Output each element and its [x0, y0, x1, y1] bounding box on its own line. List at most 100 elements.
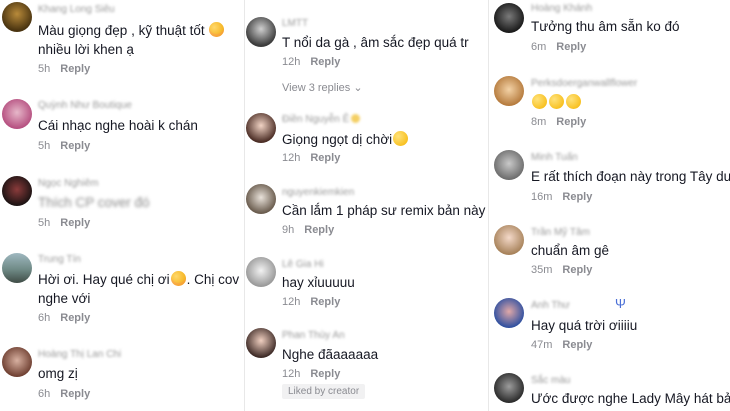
view-replies-label: View 3 replies [282, 82, 351, 94]
comment-meta: 16m Reply [531, 191, 592, 203]
comment-column-3: Hoàng Khánh Tưởng thu âm sẵn ko đó 6m Rep… [488, 0, 730, 411]
comment-time: 16m [531, 191, 553, 203]
reply-button[interactable]: Reply [562, 191, 592, 203]
laughing-face-icon [566, 94, 581, 109]
comment-username[interactable]: Phan Thùy An [282, 330, 345, 341]
comment-meta: 9h Reply [282, 224, 334, 236]
reply-button[interactable]: Reply [310, 296, 340, 308]
reply-button[interactable]: Reply [60, 217, 90, 229]
comment-meta: 12h Reply [282, 296, 340, 308]
comment-time: 35m [531, 264, 553, 276]
reply-button[interactable]: Reply [60, 140, 90, 152]
reply-button[interactable]: Reply [60, 63, 90, 75]
reply-button[interactable]: Reply [310, 368, 340, 380]
comment-text: Ước được nghe Lady Mây hát bả [531, 391, 730, 406]
comment-text-line-2: nghe với [38, 291, 91, 306]
avatar[interactable] [494, 150, 524, 180]
comment-meta: 5h Reply [38, 63, 90, 75]
reply-button[interactable]: Reply [562, 339, 592, 351]
avatar[interactable] [494, 76, 524, 106]
comment-meta: 12h Reply [282, 56, 340, 68]
smiling-face-with-hearts-icon [209, 22, 225, 37]
avatar[interactable] [2, 253, 32, 283]
comment-username[interactable]: Hoàng Thị Lan Chi [38, 349, 121, 360]
avatar[interactable] [246, 113, 276, 143]
comment-time: 12h [282, 152, 301, 164]
comment-username[interactable]: Khang Long Siêu [38, 4, 115, 15]
comment-username[interactable]: nguyenkiemkien [282, 187, 354, 198]
comment-text: Cái nhạc nghe hoài k chán [38, 118, 198, 133]
comment-meta: 6h Reply [38, 312, 90, 324]
view-replies-link[interactable]: View 3 replies ⌄ [282, 81, 363, 94]
comment-username-text: Điền Nguyễn Ê [282, 114, 350, 125]
avatar[interactable] [246, 328, 276, 358]
comment-username[interactable]: Ngọc Nghiêm [38, 178, 99, 189]
comment-username[interactable]: Hoàng Khánh [531, 3, 592, 14]
comment-meta: 47m Reply [531, 339, 592, 351]
reply-button[interactable]: Reply [556, 41, 586, 53]
comment-text-line: Hời ơi. Hay qué chị ơi [38, 272, 170, 287]
avatar[interactable] [246, 184, 276, 214]
laughing-face-icon [549, 94, 564, 109]
comment-time: 12h [282, 368, 301, 380]
comment-meta: 5h Reply [38, 140, 90, 152]
comment-time: 47m [531, 339, 553, 351]
comment-username[interactable]: Lê Gia Hi [282, 259, 324, 270]
comment-meta: 6h Reply [38, 388, 90, 400]
liked-by-creator-badge: Liked by creator [282, 384, 366, 399]
comment-time: 8m [531, 116, 547, 128]
comment-text: Màu giọng đẹp , kỹ thuật tốt [38, 21, 225, 40]
reply-button[interactable]: Reply [60, 312, 90, 324]
comment-username[interactable]: Trần Mỹ Tâm [531, 227, 590, 238]
avatar[interactable] [494, 298, 524, 328]
comment-username[interactable]: Sắc màu [531, 375, 570, 386]
reply-button[interactable]: Reply [304, 224, 334, 236]
reply-button[interactable]: Reply [60, 388, 90, 400]
comment-column-2: LMTT T nổi da gà , âm sắc đẹp quá tr 12h… [244, 0, 489, 411]
comment-username[interactable]: LMTT [282, 18, 308, 29]
comment-time: 9h [282, 224, 295, 236]
comment-text: E rất thích đoạn này trong Tây du [531, 169, 730, 184]
comment-username[interactable]: Perksdoerganwallflower [531, 78, 637, 89]
comment-text: Tưởng thu âm sẵn ko đó [531, 19, 680, 34]
comment-time: 5h [38, 217, 51, 229]
comment-meta: 12h Reply [282, 152, 340, 164]
avatar[interactable] [494, 373, 524, 403]
comment-text-line-cont: . Chị cov [186, 272, 240, 287]
reply-button[interactable]: Reply [562, 264, 592, 276]
chevron-down-icon: ⌄ [353, 82, 363, 94]
avatar[interactable] [246, 17, 276, 47]
comment-text: Giọng ngọt dị chời [282, 130, 409, 149]
comment-text: chuẩn âm gê [531, 243, 610, 258]
comment-text-line-2: nhiều lời khen ạ [38, 42, 134, 57]
comment-text: Cần lắm 1 pháp sư remix bản này = [282, 203, 489, 218]
comment-username[interactable]: Anh Thư [531, 300, 570, 311]
comment-meta: 12h Reply [282, 368, 340, 380]
avatar[interactable] [494, 225, 524, 255]
smiling-face-with-hearts-icon [170, 271, 186, 286]
comment-meta: 35m Reply [531, 264, 592, 276]
avatar[interactable] [2, 347, 32, 377]
comment-text: Nghe đãaaaaaa [282, 347, 379, 362]
reply-button[interactable]: Reply [310, 152, 340, 164]
comment-column-1: Khang Long Siêu Màu giọng đẹp , kỹ thuật… [0, 0, 244, 411]
comment-text-line: Giọng ngọt dị chời [282, 132, 393, 147]
avatar[interactable] [494, 3, 524, 33]
comment-time: 12h [282, 296, 301, 308]
avatar[interactable] [2, 176, 32, 206]
avatar[interactable] [246, 257, 276, 287]
comment-text [531, 93, 582, 112]
reply-button[interactable]: Reply [556, 116, 586, 128]
reply-button[interactable]: Reply [310, 56, 340, 68]
comment-username[interactable]: Điền Nguyễn Ê [282, 114, 361, 125]
avatar[interactable] [2, 2, 32, 32]
avatar[interactable] [2, 99, 32, 129]
comment-username[interactable]: Minh Tuấn [531, 152, 578, 163]
comment-text: Hời ơi. Hay qué chị ơi . Chị cov [38, 270, 239, 289]
comment-time: 5h [38, 140, 51, 152]
comment-text: Thích CP cover đó [38, 195, 150, 210]
comment-time: 6h [38, 312, 51, 324]
comment-username[interactable]: Quỳnh Như Boutique [38, 100, 132, 111]
comment-username[interactable]: Trung Tín [38, 254, 81, 265]
comment-meta: 6m Reply [531, 41, 586, 53]
